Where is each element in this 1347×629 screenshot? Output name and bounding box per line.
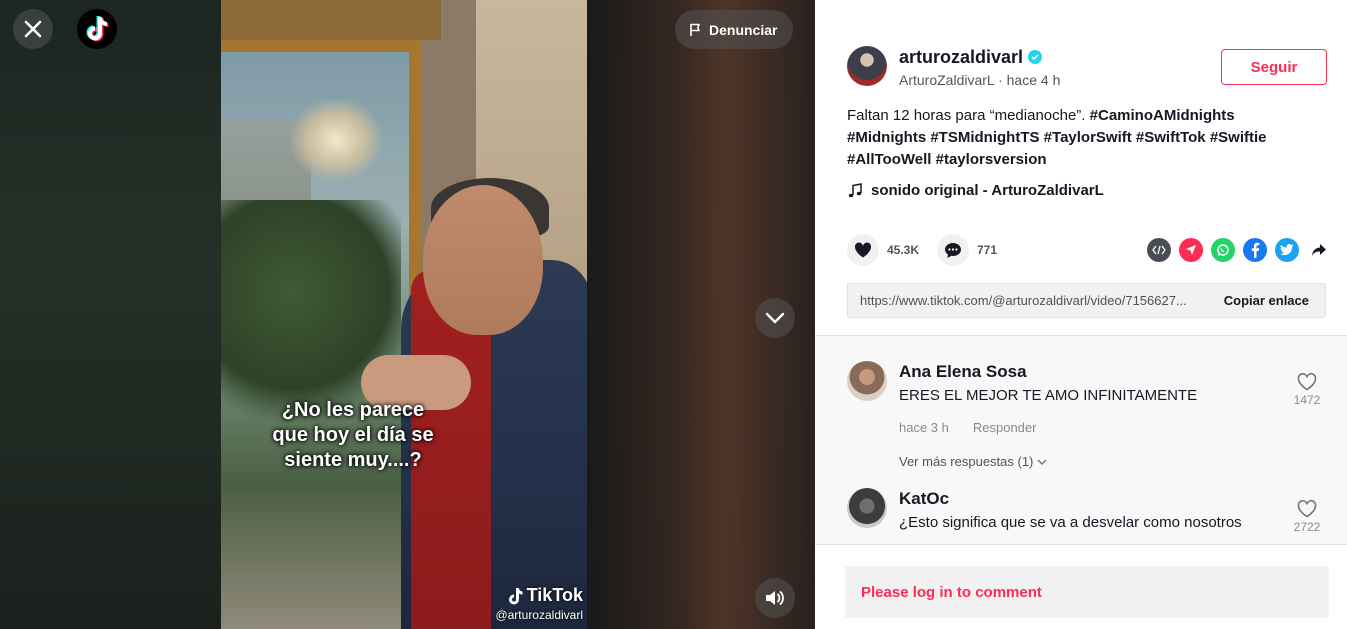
sound-button[interactable] [755, 578, 795, 618]
volume-icon [766, 591, 784, 605]
action-bar: 45.3K 771 [847, 234, 1326, 268]
video-caption-line: siente muy....? [284, 449, 422, 471]
comment-like-count: 1472 [1293, 393, 1321, 407]
embed-icon[interactable] [1147, 238, 1171, 262]
copy-link-button[interactable]: Copiar enlace [1212, 293, 1325, 308]
comment-like: 2722 [1287, 500, 1327, 534]
video-caption-line: ¿No les parece [281, 399, 425, 421]
tiktok-logo-icon [86, 16, 109, 42]
reply-button[interactable]: Responder [973, 420, 1037, 435]
tiktok-logo-button[interactable] [77, 9, 117, 49]
meta-separator: · [994, 72, 1007, 88]
share-icons [1147, 238, 1331, 262]
close-icon [24, 20, 42, 38]
comment-list[interactable]: Ana Elena Sosa ERES EL MEJOR TE AMO INFI… [815, 335, 1347, 544]
author-username[interactable]: arturozaldivarl [899, 46, 1023, 68]
person-head [423, 185, 543, 335]
video-caption-line: que hoy el día se [272, 424, 434, 446]
hashtag-link[interactable]: #TaylorSwift [1044, 129, 1132, 146]
report-button[interactable]: Denunciar [675, 10, 794, 49]
twitter-icon[interactable] [1275, 238, 1299, 262]
hashtag-link[interactable]: #Swiftie [1210, 129, 1267, 146]
heart-outline-icon[interactable] [1297, 373, 1317, 391]
follow-button[interactable]: Seguir [1221, 49, 1327, 85]
share-icon[interactable] [1307, 238, 1331, 262]
hashtag-link[interactable]: #AllTooWell [847, 151, 931, 168]
comment-like-count: 2722 [1293, 520, 1321, 534]
hashtag-link[interactable]: #TSMidnightTS [930, 129, 1039, 146]
hashtag-link[interactable]: #Midnights [847, 129, 926, 146]
video-url[interactable]: https://www.tiktok.com/@arturozaldivarl/… [848, 293, 1212, 308]
flag-icon [690, 23, 700, 36]
like-count: 45.3K [887, 243, 920, 257]
more-replies-label: Ver más respuestas (1) [899, 454, 1034, 469]
commenter-name[interactable]: KatOc [899, 488, 1279, 510]
hashtag-link[interactable]: #taylorsversion [936, 151, 1047, 168]
comment-text: ¿Esto significa que se va a desvelar com… [899, 514, 1242, 531]
like-button[interactable] [847, 234, 879, 266]
video-player[interactable]: ¿No les parece que hoy el día se siente … [221, 0, 587, 629]
verified-badge-icon [1028, 50, 1043, 64]
comment-bar: Please log in to comment [815, 544, 1347, 629]
commenter-avatar[interactable] [847, 488, 887, 528]
watermark-handle: @arturozaldivarl [495, 608, 583, 622]
login-to-comment-button[interactable]: Please log in to comment [845, 566, 1329, 618]
music-note-icon [848, 182, 862, 197]
like-action: 45.3K [847, 234, 919, 266]
more-replies-link[interactable]: Ver más respuestas (1) [899, 454, 1047, 469]
facebook-icon[interactable] [1243, 238, 1267, 262]
video-detail-panel: arturozaldivarl ArturoZaldivarL · hace 4… [815, 0, 1347, 629]
comment-item: KatOc ¿Esto significa que se va a desvel… [847, 488, 1327, 534]
video-caption: ¿No les parece que hoy el día se siente … [233, 398, 473, 473]
comment-item: Ana Elena Sosa ERES EL MEJOR TE AMO INFI… [847, 361, 1327, 435]
heart-icon [854, 242, 872, 258]
comment-button[interactable] [937, 234, 969, 266]
whatsapp-icon[interactable] [1211, 238, 1235, 262]
commenter-avatar[interactable] [847, 361, 887, 401]
video-blur-background [0, 0, 221, 629]
video-watermark: TikTok @arturozaldivarl [483, 585, 583, 622]
heart-outline-icon[interactable] [1297, 500, 1317, 518]
chevron-down-icon [765, 312, 785, 324]
music-link[interactable]: sonido original - ArturoZaldivarL [847, 182, 1104, 199]
comment-action: 771 [937, 234, 997, 266]
author-display-name: ArturoZaldivarL [899, 72, 995, 88]
send-icon[interactable] [1179, 238, 1203, 262]
post-text: Faltan 12 horas para “medianoche”. [847, 107, 1090, 124]
music-title: sonido original - ArturoZaldivarL [871, 182, 1104, 199]
window-frame-top [221, 0, 441, 40]
author-avatar[interactable] [847, 46, 887, 86]
comment-like: 1472 [1287, 373, 1327, 407]
next-video-button[interactable] [755, 298, 795, 338]
comment-count: 771 [977, 243, 998, 257]
close-button[interactable] [13, 9, 53, 49]
hashtag-link[interactable]: #SwiftTok [1136, 129, 1206, 146]
comment-icon [945, 242, 961, 258]
tiktok-note-icon [508, 587, 523, 604]
comment-time: hace 3 h [899, 420, 949, 435]
chandelier [291, 100, 381, 180]
chevron-down-icon [1037, 459, 1047, 465]
copy-link-box: https://www.tiktok.com/@arturozaldivarl/… [847, 283, 1326, 318]
report-label: Denunciar [709, 21, 778, 38]
comment-text: ERES EL MEJOR TE AMO INFINITAMENTE [899, 387, 1198, 404]
post-time: hace 4 h [1006, 72, 1061, 88]
watermark-brand: TikTok [526, 585, 583, 605]
post-description: Faltan 12 horas para “medianoche”. #Cami… [847, 105, 1307, 171]
hashtag-link[interactable]: #CaminoAMidnights [1090, 107, 1235, 124]
video-area: ¿No les parece que hoy el día se siente … [0, 0, 815, 629]
commenter-name[interactable]: Ana Elena Sosa [899, 361, 1279, 383]
